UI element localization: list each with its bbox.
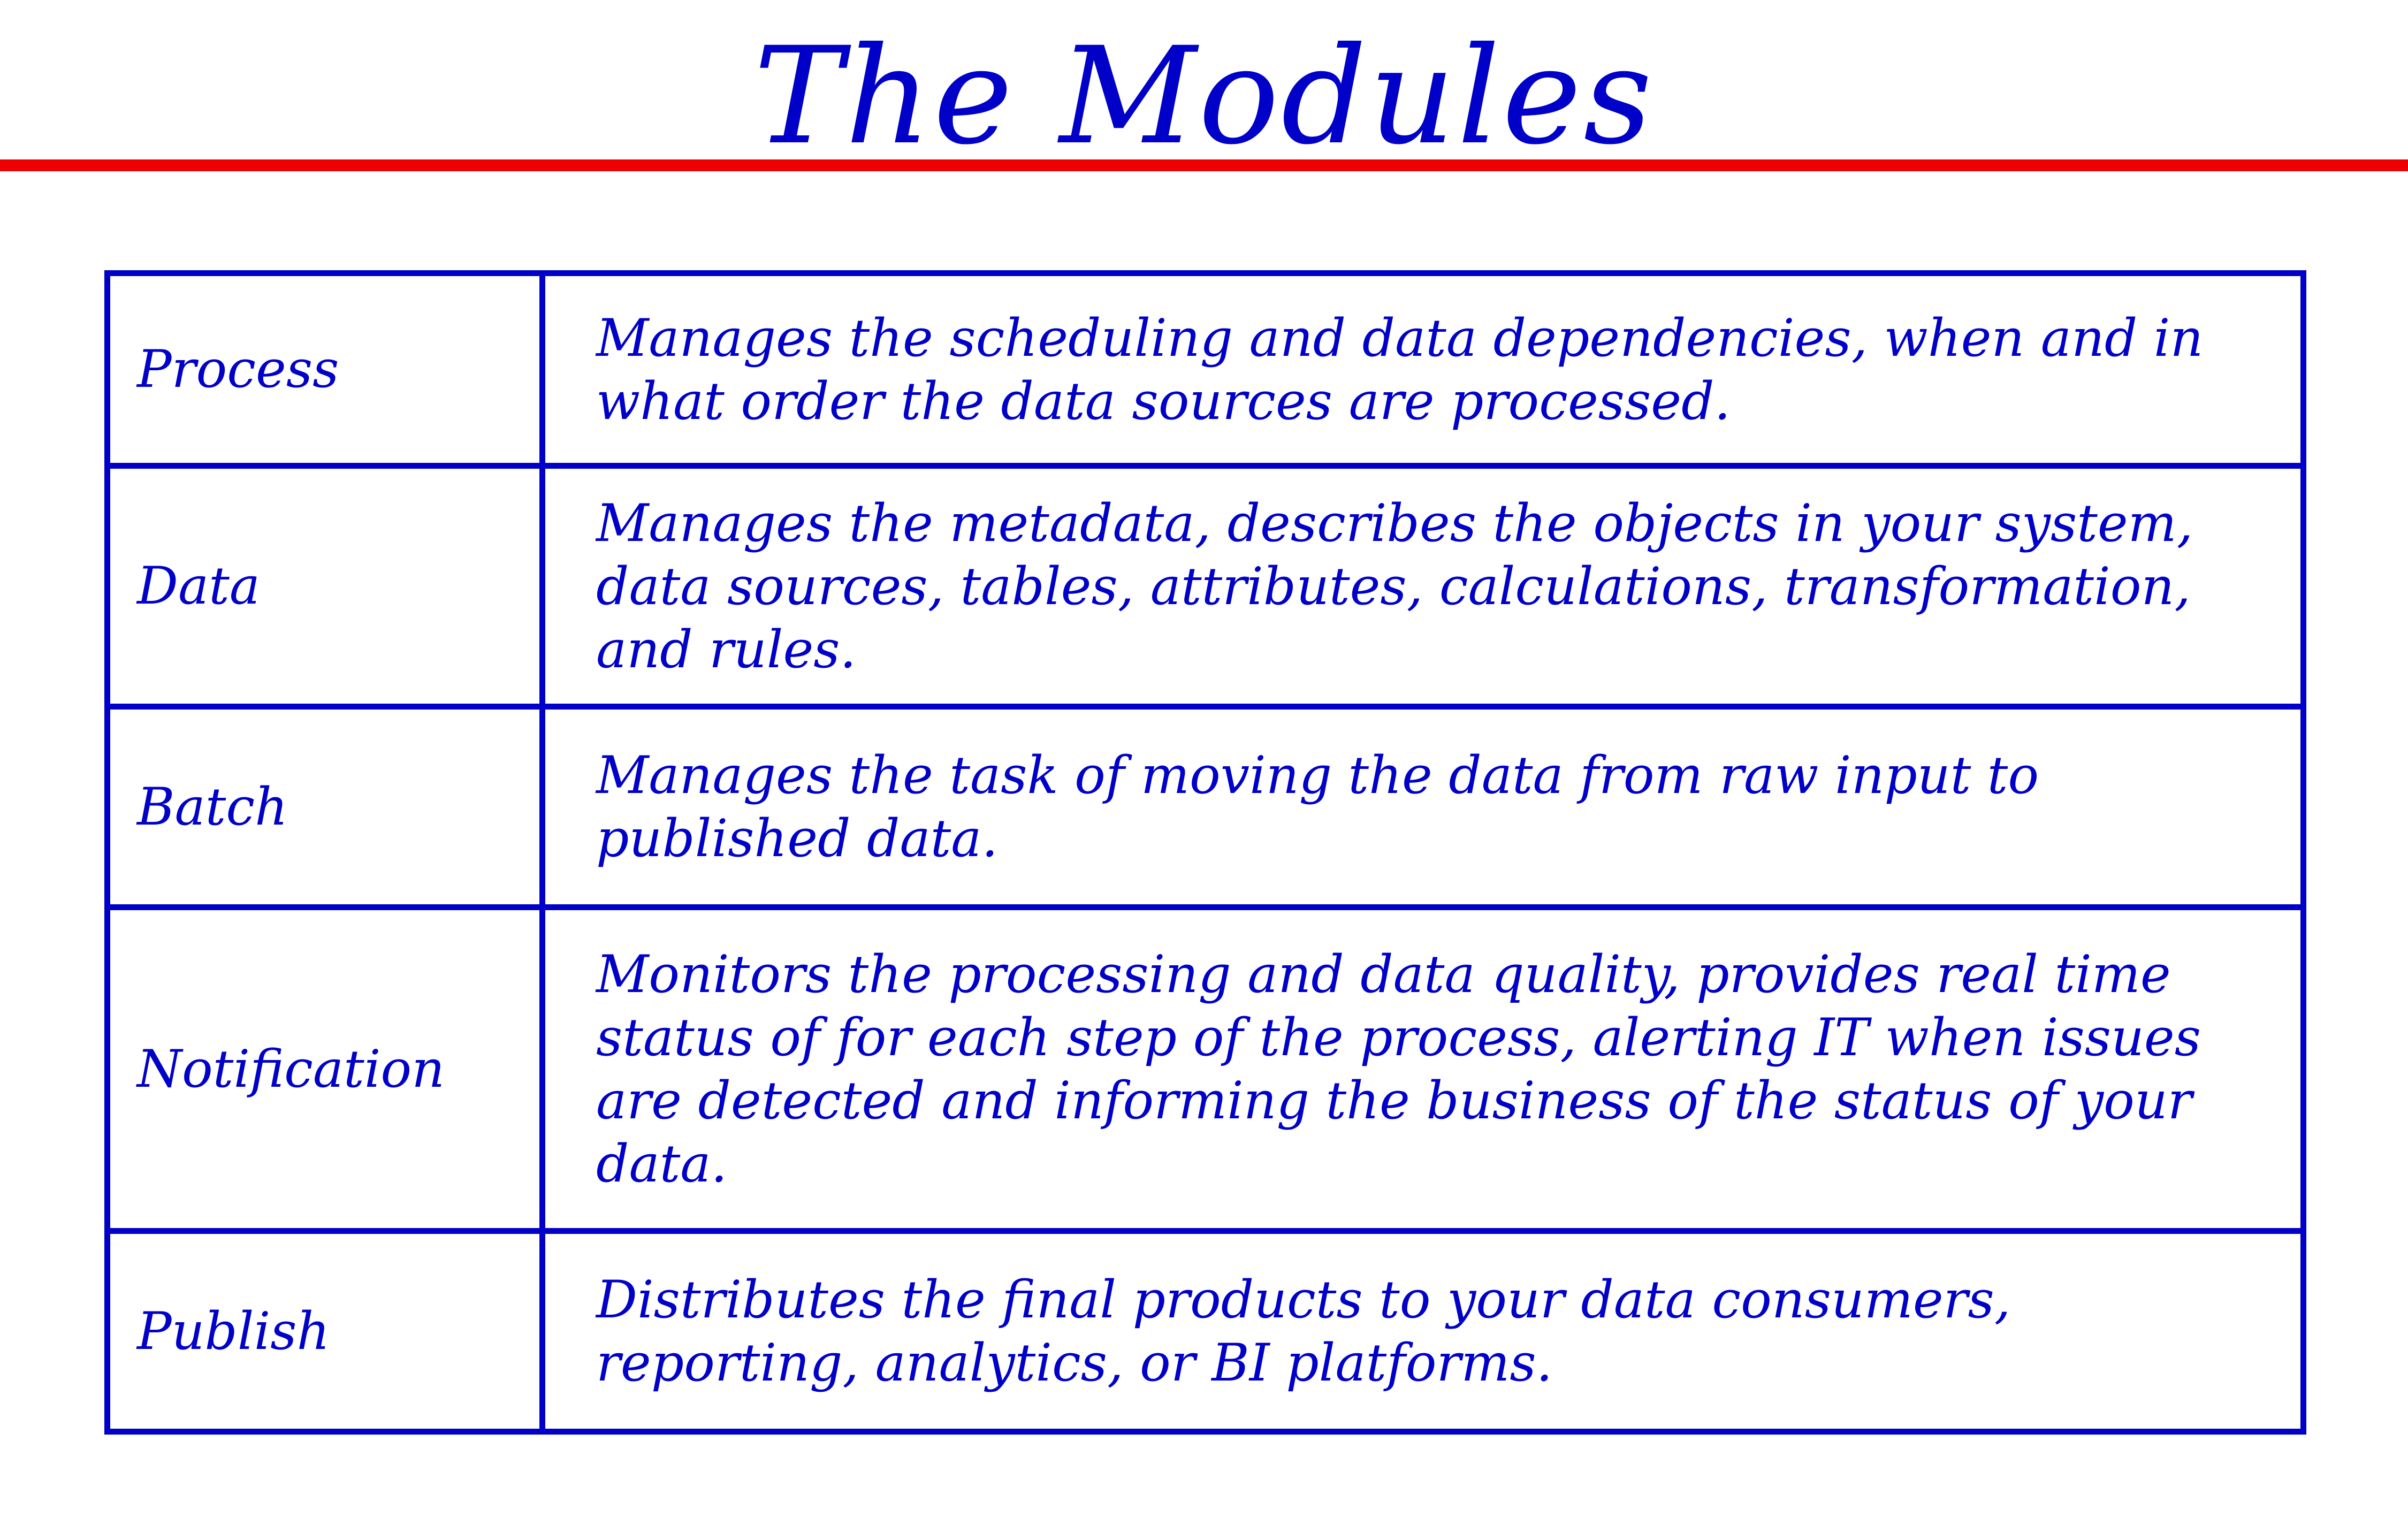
module-description: Distributes the final products to your d… (539, 1228, 2306, 1435)
table-row-data: Data Manages the metadata, describes the… (104, 463, 2306, 710)
module-name: Batch (104, 704, 545, 910)
module-description: Manages the scheduling and data dependen… (539, 270, 2306, 469)
table-row-batch: Batch Manages the task of moving the dat… (104, 704, 2306, 910)
title-underline-rule (0, 159, 2408, 171)
module-name: Process (104, 270, 545, 469)
module-description: Monitors the processing and data quality… (539, 904, 2306, 1234)
table-row-notification: Notification Monitors the processing and… (104, 904, 2306, 1234)
table-row-publish: Publish Distributes the final products t… (104, 1228, 2306, 1435)
module-description: Manages the task of moving the data from… (539, 704, 2306, 910)
table-row-process: Process Manages the scheduling and data … (104, 270, 2306, 469)
module-name: Publish (104, 1228, 545, 1435)
module-description: Manages the metadata, describes the obje… (539, 463, 2306, 710)
modules-table: Process Manages the scheduling and data … (104, 270, 2306, 1435)
module-name: Notification (104, 904, 545, 1234)
module-name: Data (104, 463, 545, 710)
slide-title: The Modules (753, 18, 1655, 174)
